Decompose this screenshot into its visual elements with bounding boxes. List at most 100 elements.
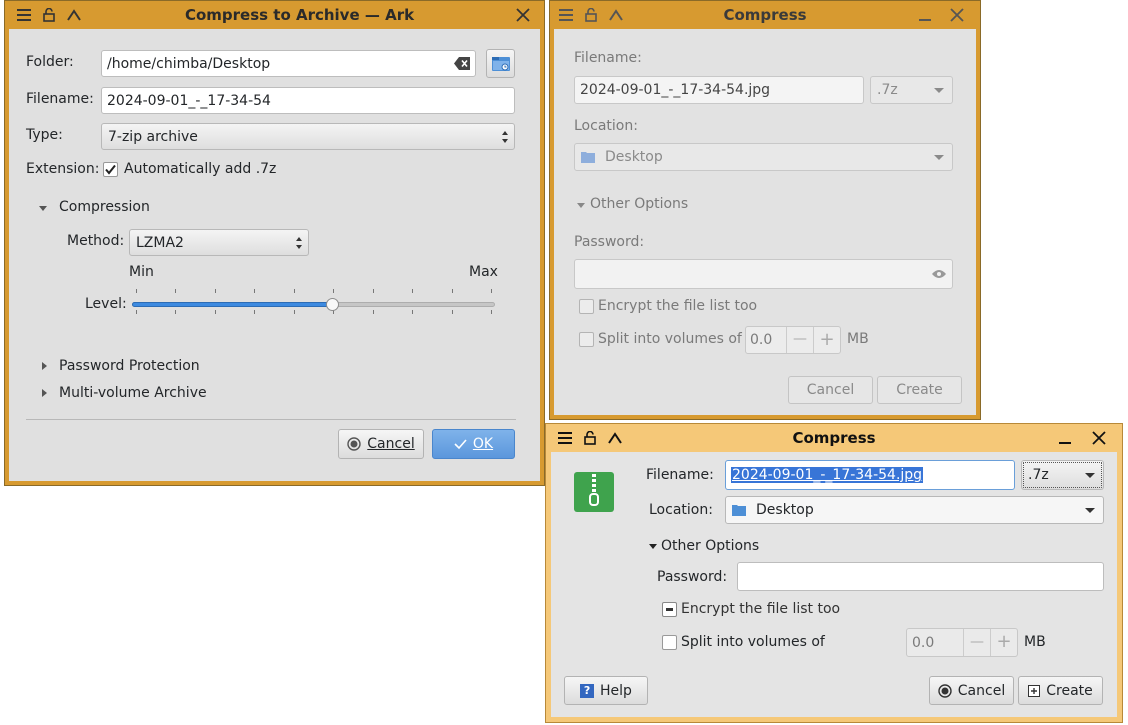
help-button[interactable]: ? Help: [564, 676, 648, 705]
compress-inactive-titlebar[interactable]: Compress: [550, 1, 980, 29]
close-icon[interactable]: [946, 4, 968, 26]
ark-titlebar[interactable]: Compress to Archive — Ark: [5, 1, 544, 29]
keep-above-icon[interactable]: [63, 4, 85, 26]
compress-active-titlebar[interactable]: Compress: [546, 424, 1122, 452]
level-label: Level:: [85, 296, 127, 312]
slider-tick: [412, 310, 413, 314]
other-options-header[interactable]: Other Options: [661, 538, 759, 554]
minimize-icon[interactable]: [914, 4, 936, 26]
chevron-down-icon: [1085, 473, 1095, 478]
slider-tick: [452, 289, 453, 293]
slider-tick: [491, 289, 492, 293]
minus-icon[interactable]: —: [963, 629, 990, 656]
encrypt-filelist-checkbox[interactable]: [579, 299, 594, 314]
pin-icon[interactable]: [580, 4, 602, 26]
eye-icon[interactable]: [931, 269, 947, 279]
cancel-button[interactable]: Cancel: [788, 376, 873, 404]
expand-multivolume-icon[interactable]: [42, 389, 47, 397]
split-size-input[interactable]: 0.0 — +: [745, 326, 841, 354]
plus-icon[interactable]: +: [990, 629, 1017, 656]
plus-icon[interactable]: +: [813, 327, 840, 353]
menu-icon[interactable]: [13, 4, 35, 26]
extension-select[interactable]: .7z: [1021, 460, 1104, 490]
filename-value: 2024-09-01_-_17-34-54.jpg: [731, 467, 924, 483]
minimize-icon[interactable]: [1054, 427, 1076, 449]
location-select[interactable]: Desktop: [574, 143, 953, 171]
password-input[interactable]: [574, 259, 953, 289]
extension-value: .7z: [877, 82, 898, 98]
menu-icon[interactable]: [555, 4, 577, 26]
location-value: Desktop: [756, 502, 814, 518]
folder-icon: [581, 152, 595, 163]
filename-value: 2024-09-01_-_17-34-54: [107, 92, 271, 109]
filename-label: Filename:: [646, 467, 714, 483]
folder-input[interactable]: /home/chimba/Desktop: [101, 50, 476, 77]
encrypt-filelist-checkbox[interactable]: [662, 602, 677, 617]
type-label: Type:: [26, 127, 63, 143]
type-select[interactable]: 7-zip archive: [101, 123, 515, 150]
slider-tick: [294, 289, 295, 293]
cancel-button[interactable]: Cancel: [338, 429, 424, 459]
keep-above-icon[interactable]: [604, 427, 626, 449]
encrypt-filelist-label[interactable]: Encrypt the file list too: [598, 298, 757, 314]
expand-other-options-icon[interactable]: [577, 203, 585, 208]
cancel-icon: [938, 683, 952, 698]
compression-header[interactable]: Compression: [59, 199, 150, 215]
slider-handle[interactable]: [326, 298, 339, 311]
close-icon[interactable]: [1088, 427, 1110, 449]
clear-text-icon[interactable]: [454, 57, 470, 74]
split-volumes-checkbox[interactable]: [662, 635, 677, 650]
mb-label: MB: [1024, 634, 1046, 650]
other-options-header[interactable]: Other Options: [590, 196, 688, 212]
filename-input[interactable]: 2024-09-01_-_17-34-54.jpg: [574, 76, 864, 104]
split-volumes-label[interactable]: Split into volumes of: [681, 634, 825, 650]
pin-icon[interactable]: [579, 427, 601, 449]
split-volumes-checkbox[interactable]: [579, 332, 594, 347]
password-protection-header[interactable]: Password Protection: [59, 358, 200, 374]
method-value: LZMA2: [136, 234, 184, 251]
minus-icon[interactable]: —: [786, 327, 813, 353]
compress-inactive-client: Filename: 2024-09-01_-_17-34-54.jpg .7z …: [554, 29, 976, 415]
folder-icon: [732, 505, 746, 516]
cancel-button[interactable]: Cancel: [929, 676, 1014, 705]
pin-icon[interactable]: [38, 4, 60, 26]
window-title: Compress: [792, 429, 876, 447]
auto-extension-checkbox[interactable]: [103, 162, 118, 177]
filename-input[interactable]: 2024-09-01_-_17-34-54.jpg: [725, 460, 1015, 490]
cancel-label: Cancel: [367, 436, 415, 452]
password-label: Password:: [657, 569, 728, 585]
menu-icon[interactable]: [554, 427, 576, 449]
method-select[interactable]: LZMA2: [129, 229, 309, 256]
create-button[interactable]: Create: [877, 376, 962, 404]
ark-compress-window: Compress to Archive — Ark Folder: /home/…: [4, 0, 545, 486]
level-min-label: Min: [129, 264, 154, 280]
create-button[interactable]: Create: [1018, 676, 1103, 705]
slider-tick: [294, 310, 295, 314]
expand-compression-icon[interactable]: [39, 206, 47, 211]
type-value: 7-zip archive: [108, 128, 198, 145]
encrypt-filelist-label[interactable]: Encrypt the file list too: [681, 601, 840, 617]
cancel-icon: [347, 437, 361, 451]
expand-other-options-icon[interactable]: [649, 544, 657, 549]
filename-input[interactable]: 2024-09-01_-_17-34-54: [101, 87, 515, 114]
compression-level-slider[interactable]: [132, 289, 495, 319]
extension-label: Extension:: [26, 161, 100, 177]
location-select[interactable]: Desktop: [725, 496, 1104, 524]
auto-extension-label[interactable]: Automatically add .7z: [124, 161, 276, 177]
keep-above-icon[interactable]: [605, 4, 627, 26]
slider-tick: [452, 310, 453, 314]
multivolume-header[interactable]: Multi-volume Archive: [59, 385, 207, 401]
filename-label: Filename:: [574, 50, 642, 66]
method-label: Method:: [67, 233, 125, 249]
expand-password-icon[interactable]: [42, 362, 47, 370]
split-volumes-label[interactable]: Split into volumes of: [598, 331, 742, 347]
chevron-down-icon: [934, 88, 944, 93]
browse-folder-button[interactable]: [486, 49, 515, 78]
split-size-input[interactable]: 0.0 — +: [906, 628, 1018, 657]
ok-button[interactable]: OK: [432, 429, 515, 459]
password-input[interactable]: [737, 562, 1104, 591]
close-icon[interactable]: [512, 4, 534, 26]
slider-tick: [136, 310, 137, 314]
window-title: Compress to Archive — Ark: [184, 6, 415, 24]
extension-select[interactable]: .7z: [870, 76, 953, 104]
